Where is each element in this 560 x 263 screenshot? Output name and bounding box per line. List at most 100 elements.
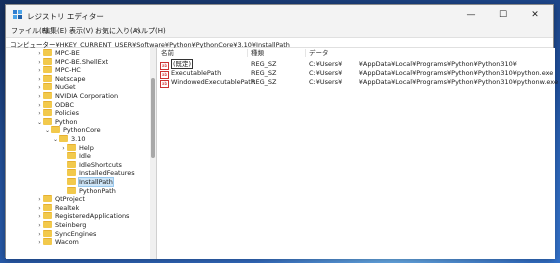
address-bar[interactable]: コンピューター¥HKEY_CURRENT_USER¥Software¥Pytho… bbox=[6, 37, 553, 49]
tree-item-label: Python bbox=[55, 117, 78, 126]
folder-icon bbox=[67, 160, 76, 168]
tree-item[interactable]: ⌄ PythonCore bbox=[44, 126, 101, 134]
tree-item[interactable]: InstallPath bbox=[60, 177, 114, 187]
tree-item-label: Help bbox=[79, 143, 94, 152]
folder-icon bbox=[67, 186, 76, 194]
menu-view[interactable]: 表示(V) bbox=[69, 26, 93, 36]
tree-item[interactable]: › RegisteredApplications bbox=[36, 212, 129, 220]
tree-item[interactable]: ⌄ Python bbox=[36, 117, 78, 127]
minimize-button[interactable]: — bbox=[455, 5, 487, 25]
tree-item[interactable]: › MPC-HC bbox=[36, 66, 81, 74]
tree-item[interactable]: › QtProject bbox=[36, 195, 85, 203]
tree-item[interactable]: Idle bbox=[60, 152, 91, 160]
tree-item[interactable]: ⌄ 3.10 bbox=[52, 135, 85, 143]
value-data: C:¥Users¥ ¥AppData¥Local¥Programs¥Python… bbox=[309, 78, 558, 86]
value-data: C:¥Users¥ ¥AppData¥Local¥Programs¥Python… bbox=[309, 69, 554, 77]
title-bar[interactable]: レジストリ エディター — ☐ ✕ bbox=[6, 5, 553, 25]
column-header-type[interactable]: 種類 bbox=[251, 48, 264, 58]
tree-item-label: MPC-HC bbox=[55, 66, 81, 75]
folder-icon bbox=[43, 238, 52, 246]
folder-icon bbox=[51, 126, 60, 134]
chevron-right-icon[interactable]: › bbox=[36, 239, 43, 247]
value-type: REG_SZ bbox=[251, 60, 277, 68]
folder-icon bbox=[43, 221, 52, 228]
close-icon: ✕ bbox=[531, 10, 539, 20]
tree-item-label: Wacom bbox=[55, 238, 79, 247]
folder-icon bbox=[43, 57, 52, 65]
column-separator[interactable] bbox=[305, 49, 306, 57]
tree-item-label: PythonCore bbox=[63, 126, 101, 135]
close-button[interactable]: ✕ bbox=[519, 5, 551, 25]
registry-editor-window: レジストリ エディター — ☐ ✕ ファイル(F) 編集(E) 表示(V) お気… bbox=[5, 4, 558, 259]
folder-icon bbox=[67, 143, 76, 151]
column-separator[interactable] bbox=[247, 49, 248, 57]
tree-item-label: InstalledFeatures bbox=[79, 169, 135, 178]
folder-icon bbox=[43, 195, 52, 203]
tree-item-label: NuGet bbox=[55, 83, 76, 92]
tree-item[interactable]: › NVIDIA Corporation bbox=[36, 92, 118, 100]
value-row[interactable]: ab ExecutablePath REG_SZ C:¥Users¥ ¥AppData… bbox=[157, 69, 555, 79]
tree-item-label: Steinberg bbox=[55, 221, 87, 229]
folder-icon bbox=[67, 178, 76, 185]
folder-icon bbox=[43, 109, 52, 117]
value-name: WindowedExecutablePath bbox=[171, 78, 255, 86]
folder-icon bbox=[43, 212, 52, 220]
tree-item[interactable]: PythonPath bbox=[60, 186, 116, 195]
folder-icon bbox=[67, 152, 76, 160]
key-tree: › MPC-BE › MPC-BE.ShellExt › MPC-HC › Netscape ›… bbox=[6, 48, 150, 259]
tree-item-label: QtProject bbox=[55, 195, 85, 204]
folder-icon bbox=[43, 49, 52, 56]
tree-item[interactable]: › MPC-BE.ShellExt bbox=[36, 57, 109, 66]
tree-item[interactable]: › ODBC bbox=[36, 100, 75, 109]
tree-item-label: MPC-BE.ShellExt bbox=[55, 57, 109, 66]
window-title: レジストリ エディター bbox=[27, 12, 104, 21]
folder-icon bbox=[43, 83, 52, 91]
tree-item-label: IdleShortcuts bbox=[79, 160, 122, 169]
maximize-button[interactable]: ☐ bbox=[487, 5, 519, 25]
value-name: (既定) bbox=[171, 59, 194, 69]
value-name: ExecutablePath bbox=[171, 69, 222, 77]
folder-icon bbox=[43, 74, 52, 82]
folder-icon bbox=[43, 100, 52, 108]
tree-item[interactable]: › Netscape bbox=[36, 74, 86, 83]
tree-item-label: Realtek bbox=[55, 203, 80, 212]
tree-item-label: Policies bbox=[55, 109, 80, 118]
tree-item-label: MPC-BE bbox=[55, 49, 80, 57]
tree-scrollbar-thumb[interactable] bbox=[151, 78, 155, 158]
tree-item-label: ODBC bbox=[55, 100, 75, 109]
reg-sz-icon: ab bbox=[160, 80, 169, 88]
folder-icon bbox=[67, 169, 76, 177]
tree-item[interactable]: IdleShortcuts bbox=[60, 160, 122, 169]
value-row[interactable]: ab WindowedExecutablePath REG_SZ C:¥Users¥ … bbox=[157, 78, 558, 88]
value-name-cell: ab WindowedExecutablePath bbox=[160, 78, 255, 88]
tree-item-label: Netscape bbox=[55, 74, 86, 83]
folder-icon bbox=[43, 92, 52, 99]
value-type: REG_SZ bbox=[251, 78, 277, 86]
folder-icon bbox=[43, 117, 52, 125]
tree-item[interactable]: › MPC-BE bbox=[36, 49, 80, 57]
tree-item[interactable]: › Realtek bbox=[36, 203, 80, 212]
tree-item-label: SyncEngines bbox=[55, 229, 97, 238]
tree-item[interactable]: › NuGet bbox=[36, 83, 76, 91]
tree-item[interactable]: › Wacom bbox=[36, 238, 79, 246]
column-header-data[interactable]: データ bbox=[309, 48, 329, 58]
minimize-icon: — bbox=[466, 10, 476, 20]
folder-icon bbox=[43, 203, 52, 211]
chevron-down-icon[interactable]: ⌄ bbox=[44, 127, 51, 135]
tree-item[interactable]: › SyncEngines bbox=[36, 229, 97, 238]
tree-item[interactable]: InstalledFeatures bbox=[60, 169, 135, 177]
menu-help[interactable]: ヘルプ(H) bbox=[134, 26, 166, 36]
value-data: C:¥Users¥ ¥AppData¥Local¥Programs¥Python… bbox=[309, 60, 517, 68]
registry-editor-icon bbox=[13, 10, 22, 19]
menu-edit[interactable]: 編集(E) bbox=[43, 26, 67, 36]
chevron-down-icon[interactable]: ⌄ bbox=[36, 119, 43, 127]
value-row[interactable]: ab (既定) REG_SZ C:¥Users¥ ¥AppData¥Local¥Pro… bbox=[157, 59, 555, 70]
tree-item[interactable]: › Steinberg bbox=[36, 221, 86, 229]
menu-bar: ファイル(F) 編集(E) 表示(V) お気に入り(A) ヘルプ(H) bbox=[6, 25, 553, 37]
tree-item-label: RegisteredApplications bbox=[55, 212, 130, 221]
column-header-name[interactable]: 名前 bbox=[161, 48, 174, 58]
tree-item[interactable]: › Help bbox=[60, 143, 94, 152]
tree-item[interactable]: › Policies bbox=[36, 109, 79, 117]
tree-item-label: Idle bbox=[79, 152, 91, 161]
chevron-down-icon[interactable]: ⌄ bbox=[52, 136, 59, 144]
